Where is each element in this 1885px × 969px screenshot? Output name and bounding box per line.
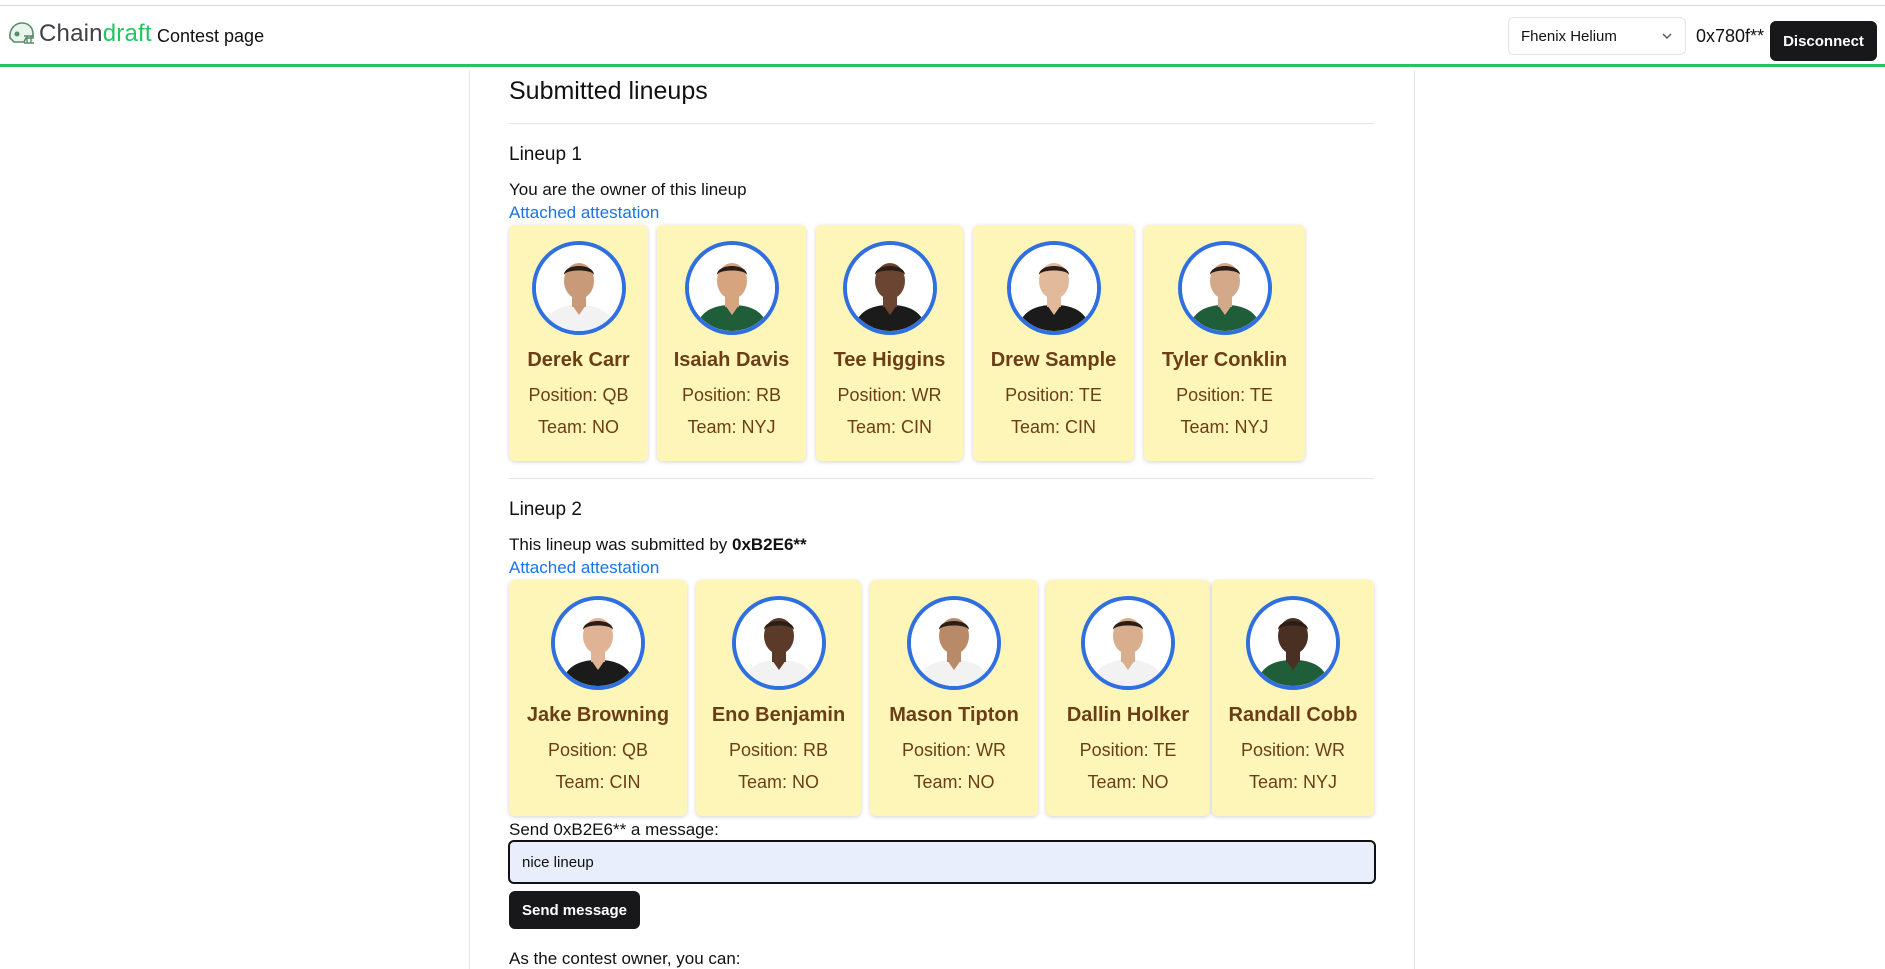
player-card[interactable]: Eno Benjamin Position: RB Team: NO (696, 580, 861, 816)
player-team: Team: NYJ (1248, 772, 1338, 792)
player-card[interactable]: Drew Sample Position: TE Team: CIN (973, 225, 1134, 461)
lineup-2-attestation-link[interactable]: Attached attestation (509, 558, 659, 578)
network-select-value: Fhenix Helium (1521, 27, 1617, 45)
player-team: Team: NO (913, 772, 995, 792)
player-position: Position: TE (1079, 740, 1177, 760)
lineup-1-title: Lineup 1 (509, 144, 582, 165)
player-name: Tyler Conklin (1161, 349, 1288, 371)
player-card[interactable]: Tyler Conklin Position: TE Team: NYJ (1144, 225, 1305, 461)
player-avatar (532, 241, 626, 335)
player-position: Position: RB (681, 385, 782, 405)
logo-text: Chaindraft (39, 20, 152, 47)
player-avatar (1246, 596, 1340, 690)
player-position: Position: WR (1240, 740, 1346, 760)
player-name: Eno Benjamin (711, 704, 846, 726)
player-card[interactable]: Mason Tipton Position: WR Team: NO (870, 580, 1038, 816)
divider (509, 478, 1374, 479)
player-name: Drew Sample (990, 349, 1117, 371)
player-position: Position: WR (837, 385, 942, 405)
contest-owner-note: As the contest owner, you can: (509, 949, 741, 968)
helmet-logo-icon (9, 22, 34, 44)
player-team: Team: CIN (846, 417, 933, 437)
player-avatar (685, 241, 779, 335)
player-name: Isaiah Davis (673, 349, 790, 371)
player-card[interactable]: Jake Browning Position: QB Team: CIN (509, 580, 687, 816)
player-name: Tee Higgins (833, 349, 946, 371)
player-name: Dallin Holker (1066, 704, 1190, 726)
send-message-button[interactable]: Send message (509, 891, 640, 929)
player-team: Team: CIN (1010, 417, 1097, 437)
player-card[interactable]: Randall Cobb Position: WR Team: NYJ (1212, 580, 1374, 816)
app-logo[interactable]: Chaindraft (5, 18, 152, 50)
player-position: Position: QB (547, 740, 649, 760)
lineup-1-owner-text: You are the owner of this lineup (509, 180, 747, 199)
player-avatar (732, 596, 826, 690)
player-avatar (1178, 241, 1272, 335)
player-name: Mason Tipton (889, 704, 1019, 726)
submitter-address: 0xB2E6** (732, 535, 807, 554)
wallet-address: 0x780f** (1696, 26, 1765, 46)
divider (509, 123, 1374, 124)
lineup-2-title: Lineup 2 (509, 499, 582, 520)
player-position: Position: RB (728, 740, 829, 760)
message-input[interactable] (508, 840, 1376, 884)
player-position: Position: TE (1176, 385, 1273, 405)
player-card[interactable]: Derek Carr Position: QB Team: NO (509, 225, 648, 461)
player-card[interactable]: Isaiah Davis Position: RB Team: NYJ (657, 225, 806, 461)
lineup-2-owner-text: This lineup was submitted by 0xB2E6** (509, 535, 807, 554)
player-team: Team: NO (737, 772, 820, 792)
player-team: Team: CIN (555, 772, 641, 792)
contest-page-link[interactable]: Contest page (157, 26, 264, 47)
player-avatar (1007, 241, 1101, 335)
player-avatar (1081, 596, 1175, 690)
player-team: Team: NYJ (1180, 417, 1269, 437)
player-avatar (843, 241, 937, 335)
player-name: Derek Carr (527, 349, 630, 371)
player-position: Position: WR (901, 740, 1007, 760)
top-nav-bar: Chaindraft Contest page Fhenix Helium 0x… (0, 5, 1885, 67)
player-avatar (551, 596, 645, 690)
player-team: Team: NYJ (687, 417, 776, 437)
player-team: Team: NO (537, 417, 620, 437)
network-select[interactable]: Fhenix Helium (1508, 17, 1686, 55)
player-team: Team: NO (1087, 772, 1169, 792)
player-card[interactable]: Dallin Holker Position: TE Team: NO (1046, 580, 1210, 816)
player-card[interactable]: Tee Higgins Position: WR Team: CIN (816, 225, 963, 461)
chevron-down-icon (1662, 33, 1672, 39)
player-name: Jake Browning (526, 704, 670, 726)
player-name: Randall Cobb (1228, 704, 1358, 726)
player-avatar (907, 596, 1001, 690)
section-title: Submitted lineups (509, 77, 708, 105)
disconnect-button[interactable]: Disconnect (1770, 21, 1877, 61)
lineup-1-attestation-link[interactable]: Attached attestation (509, 203, 659, 223)
player-position: Position: QB (528, 385, 629, 405)
message-label: Send 0xB2E6** a message: (509, 820, 719, 839)
player-position: Position: TE (1005, 385, 1102, 405)
